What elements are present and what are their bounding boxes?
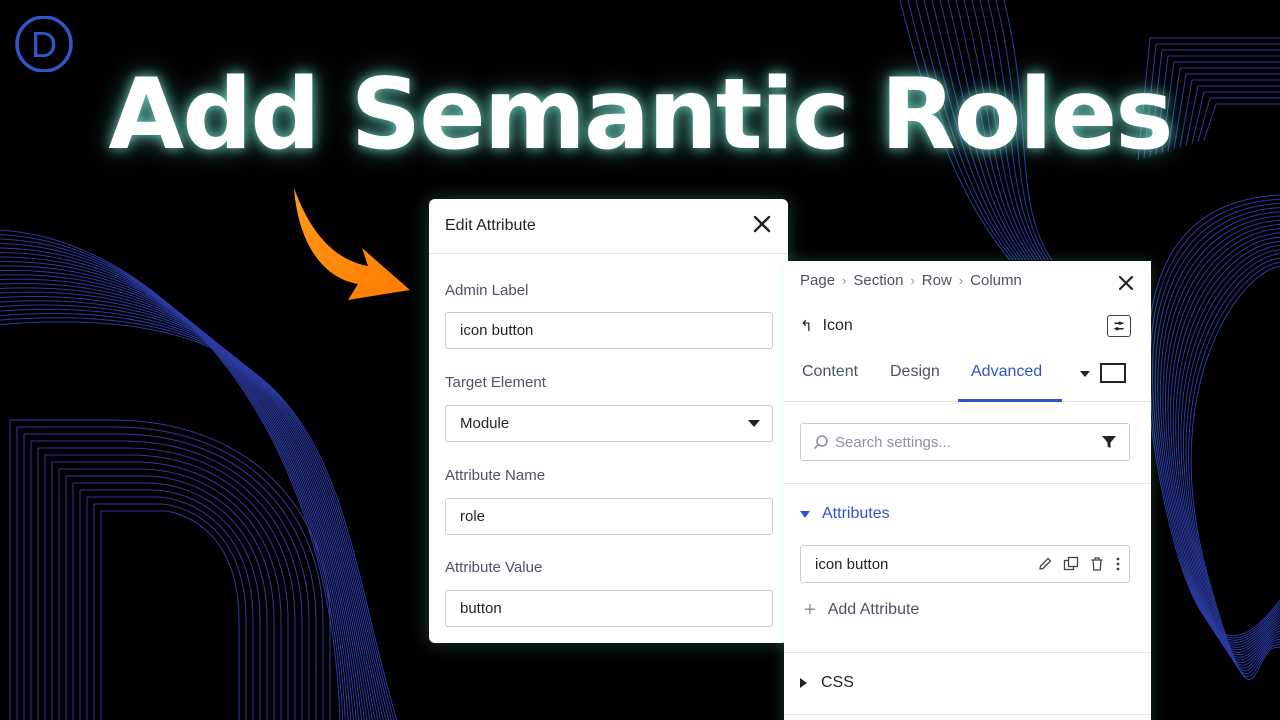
- target-element-value: Module: [460, 415, 510, 432]
- duplicate-icon[interactable]: [1063, 556, 1079, 572]
- add-attribute-label: Add Attribute: [827, 601, 920, 618]
- plus-icon: +: [804, 599, 816, 621]
- attribute-name-label: Attribute Name: [445, 467, 546, 484]
- caret-right-icon: [800, 678, 807, 688]
- tab-content[interactable]: Content: [802, 363, 858, 381]
- chevron-right-icon: ›: [910, 273, 915, 288]
- trash-icon[interactable]: [1089, 556, 1105, 572]
- admin-label-label: Admin Label: [445, 282, 529, 299]
- chevron-right-icon: ›: [842, 273, 847, 288]
- filter-icon[interactable]: [1101, 434, 1117, 450]
- admin-label-input[interactable]: icon button: [445, 312, 773, 349]
- close-icon[interactable]: [1115, 272, 1137, 294]
- presets-icon[interactable]: [1107, 315, 1131, 337]
- tab-bar: Content Design Advanced: [784, 353, 1151, 402]
- tab-design[interactable]: Design: [890, 363, 940, 381]
- edit-attribute-modal: Edit Attribute Admin Label icon button T…: [429, 199, 788, 643]
- modal-title: Edit Attribute: [445, 217, 536, 234]
- attributes-section-title: Attributes: [822, 505, 890, 522]
- module-header: ↰ Icon: [800, 317, 853, 335]
- settings-panel: Page › Section › Row › Column ↰ Icon Con…: [784, 261, 1151, 720]
- active-tab-indicator: [958, 399, 1062, 402]
- target-element-label: Target Element: [445, 374, 546, 391]
- search-placeholder: Search settings...: [835, 433, 951, 451]
- attribute-item-label: icon button: [815, 555, 889, 573]
- search-icon: [814, 435, 828, 449]
- attribute-item[interactable]: icon button: [800, 545, 1130, 583]
- headline: Add Semantic Roles: [108, 58, 1173, 172]
- more-options-icon[interactable]: [1115, 556, 1121, 572]
- back-arrow-icon[interactable]: ↰: [800, 317, 813, 335]
- divider: [784, 483, 1151, 484]
- chevron-right-icon: ›: [958, 273, 964, 288]
- breadcrumb-item[interactable]: Row: [922, 272, 952, 289]
- divider: [784, 652, 1151, 653]
- add-attribute-button[interactable]: + Add Attribute: [804, 599, 920, 621]
- css-section-title: CSS: [821, 674, 854, 691]
- chevron-down-icon[interactable]: [1080, 371, 1090, 377]
- arrow-icon: [294, 188, 410, 300]
- chevron-down-icon: [748, 420, 760, 427]
- breadcrumb: Page › Section › Row › Column: [800, 272, 1022, 289]
- attribute-value-label: Attribute Value: [445, 559, 543, 576]
- modal-header: Edit Attribute: [429, 199, 788, 254]
- view-mode-icon[interactable]: [1100, 363, 1126, 383]
- caret-down-icon: [800, 510, 810, 518]
- attribute-item-actions: [1037, 556, 1121, 572]
- attribute-name-input[interactable]: role: [445, 498, 773, 535]
- css-section-toggle[interactable]: CSS: [800, 674, 854, 692]
- divider: [784, 714, 1151, 715]
- tab-advanced[interactable]: Advanced: [971, 363, 1042, 381]
- breadcrumb-item[interactable]: Page: [800, 272, 835, 289]
- breadcrumb-item[interactable]: Section: [853, 272, 903, 289]
- close-icon[interactable]: [750, 212, 774, 236]
- attribute-value-input[interactable]: button: [445, 590, 773, 627]
- attributes-section-toggle[interactable]: Attributes: [800, 505, 890, 523]
- breadcrumb-item[interactable]: Column: [970, 272, 1022, 289]
- search-input[interactable]: Search settings...: [800, 423, 1130, 461]
- module-name: Icon: [822, 317, 853, 334]
- target-element-select[interactable]: Module: [445, 405, 773, 442]
- edit-icon[interactable]: [1037, 556, 1053, 572]
